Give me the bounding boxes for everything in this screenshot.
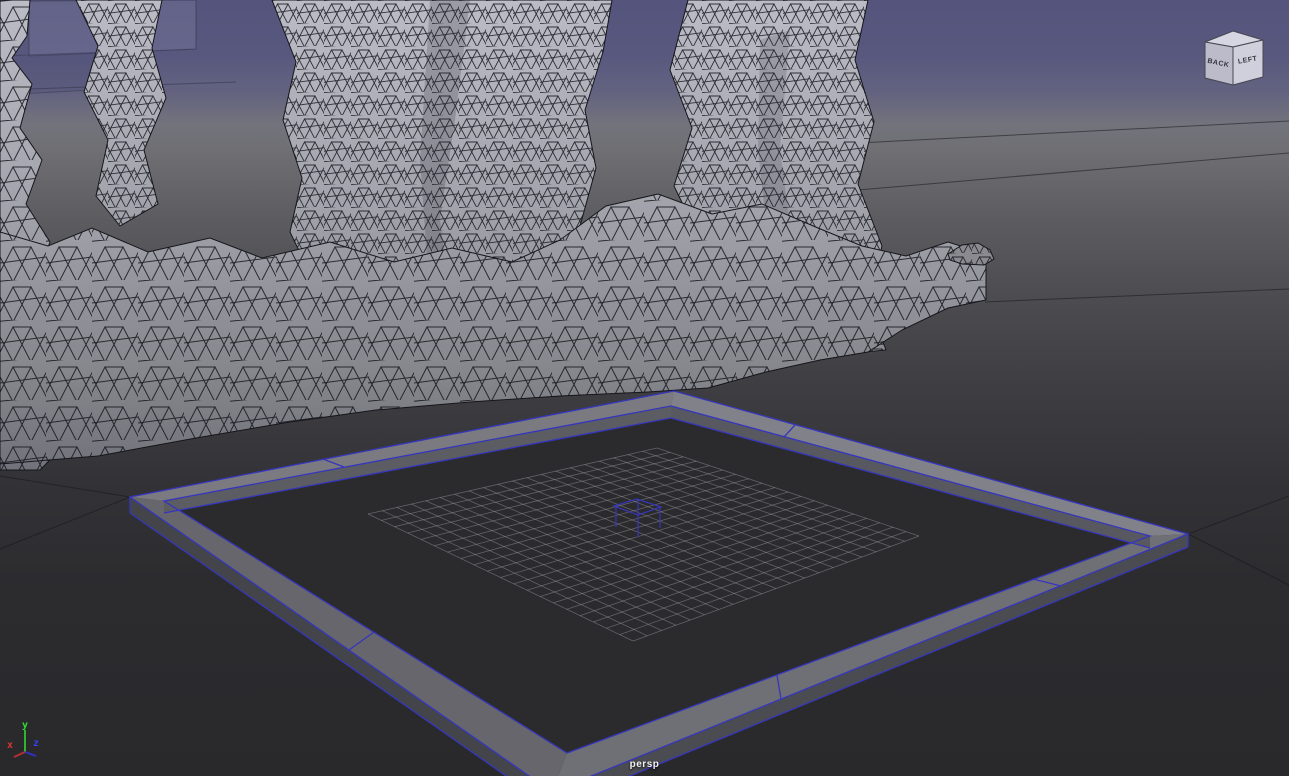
3d-viewport[interactable]: BACK LEFT y x z persp [0, 0, 1289, 776]
axis-z-line [25, 752, 36, 756]
camera-label: persp [630, 759, 660, 770]
selected-platform[interactable] [130, 391, 1188, 776]
axis-x-line [14, 752, 25, 757]
view-cube[interactable]: BACK LEFT [1190, 14, 1280, 124]
axis-z-label: z [33, 738, 39, 749]
axis-x-label: x [7, 740, 13, 751]
axis-gizmo: y x z [0, 712, 60, 762]
terrain-rocks[interactable] [0, 0, 994, 470]
axis-y-label: y [22, 720, 28, 731]
scene-canvas[interactable] [0, 0, 1289, 776]
